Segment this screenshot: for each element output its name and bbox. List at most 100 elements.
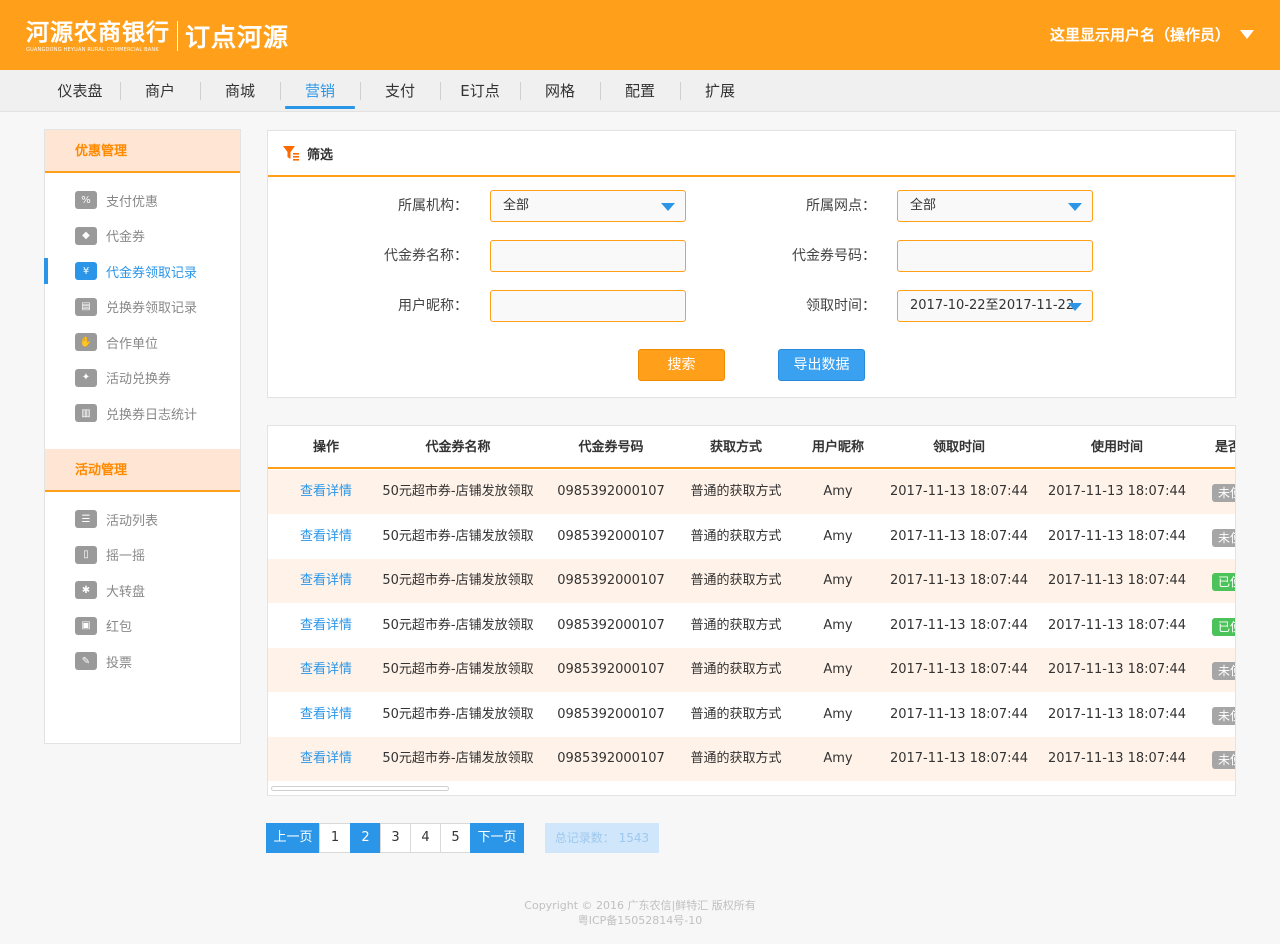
sidebar-item-label: 活动兑换券 <box>106 372 172 387</box>
org-select-value: 全部 <box>503 198 530 213</box>
sidebar-item-label: 代金券领取记录 <box>106 265 198 281</box>
voucher-record-icon: ¥ <box>75 262 97 280</box>
sidebar-item[interactable]: ✦ 活动兑换券 <box>45 363 240 393</box>
dropdown-arrow-icon <box>1068 303 1082 311</box>
table-cell: Amy <box>823 706 853 722</box>
view-details-link[interactable]: 查看详情 <box>286 470 366 514</box>
table-row: 查看详情 50元超市券-店铺发放领取 0985392000107 普通的获取方式 Amy… <box>268 692 1235 737</box>
nav-tab-0[interactable]: 仪表盘 <box>40 70 120 112</box>
table-row: 查看详情 50元超市券-店铺发放领取 0985392000107 普通的获取方式 Amy… <box>268 648 1235 692</box>
coupon-no-label: 代金券号码： <box>792 248 876 264</box>
table-cell: 普通的获取方式 <box>690 484 782 499</box>
bank-logo[interactable]: 河源农商银行 GUANGDONG HEYUAN RURAL COMMERCIAL… <box>26 18 289 54</box>
view-details-link[interactable]: 查看详情 <box>286 693 366 737</box>
activity-coupon-icon: ✦ <box>75 368 97 387</box>
logo-main-text: 河源农商银行 <box>26 19 170 46</box>
org-select[interactable]: 全部 <box>490 190 686 222</box>
total-records: 总记录数： 1543 <box>545 823 659 853</box>
table-cell: 普通的获取方式 <box>690 573 782 588</box>
sidebar-item[interactable]: ▯ 摇一摇 <box>45 540 240 570</box>
sidebar-item[interactable]: % 支付优惠 <box>45 185 240 215</box>
user-menu[interactable]: 这里显示用户名（操作员） <box>1050 24 1254 45</box>
table-cell: Amy <box>823 751 853 766</box>
nav-tab-6[interactable]: 网格 <box>520 70 600 112</box>
next-page-button[interactable]: 下一页 <box>470 823 524 853</box>
status-badge: 未使 <box>1212 706 1235 725</box>
table-cell: Amy <box>823 573 853 588</box>
prev-page-button[interactable]: 上一页 <box>266 823 320 853</box>
table-cell: Amy <box>823 662 853 677</box>
sidebar-item[interactable]: ▣ 红包 <box>45 611 240 641</box>
table-cell: 0985392000107 <box>557 528 665 544</box>
coupon-name-label: 代金券名称： <box>384 248 468 264</box>
table-cell: 普通的获取方式 <box>690 617 782 633</box>
nav-tab-8[interactable]: 扩展 <box>680 70 760 112</box>
view-details-link[interactable]: 查看详情 <box>286 559 366 603</box>
filter-title: 筛选 <box>307 147 334 163</box>
logo-divider <box>177 21 178 51</box>
sidebar-item[interactable]: ☰ 活动列表 <box>45 504 240 534</box>
nav-tab-7[interactable]: 配置 <box>600 70 680 112</box>
table-row: 查看详情 50元超市券-店铺发放领取 0985392000107 普通的获取方式 Amy… <box>268 470 1235 514</box>
sidebar-item[interactable]: ▤ 兑换券领取记录 <box>45 292 240 322</box>
view-details-link[interactable]: 查看详情 <box>286 604 366 648</box>
page-button[interactable]: 4 <box>410 823 441 853</box>
coupon-no-input[interactable] <box>897 240 1093 272</box>
table-cell: 普通的获取方式 <box>690 751 782 766</box>
sidebar-item[interactable]: ▥ 兑换券日志统计 <box>45 398 240 428</box>
sidebar-item[interactable]: ◆ 代金券 <box>45 221 240 251</box>
horizontal-scrollbar[interactable] <box>271 786 449 791</box>
view-details-link[interactable]: 查看详情 <box>286 648 366 692</box>
view-details-link[interactable]: 查看详情 <box>286 737 366 781</box>
nickname-input[interactable] <box>490 290 686 322</box>
status-badge: 未使 <box>1212 662 1235 680</box>
view-details-link[interactable]: 查看详情 <box>286 515 366 559</box>
nav-tab-5[interactable]: E订点 <box>440 70 520 112</box>
nav-tab-1[interactable]: 商户 <box>120 70 200 112</box>
sidebar-group-title: 优惠管理 <box>45 130 240 173</box>
point-select-value: 全部 <box>910 198 937 213</box>
top-header: 河源农商银行 GUANGDONG HEYUAN RURAL COMMERCIAL… <box>0 0 1280 70</box>
page-button[interactable]: 3 <box>380 823 411 853</box>
sidebar-item[interactable]: ✋ 合作单位 <box>45 327 240 357</box>
table-header: 操作 代金券名称 代金券号码 获取方式 用户昵称 领取时间 使用时间 是否 <box>268 426 1235 469</box>
sidebar-item-label: 兑换券日志统计 <box>106 407 198 423</box>
page-button[interactable]: 1 <box>319 823 351 853</box>
table-cell: 50元超市券-店铺发放领取 <box>382 617 534 633</box>
table-cell: 普通的获取方式 <box>690 662 782 677</box>
red-envelope-icon: ▣ <box>75 616 97 635</box>
footer: Copyright © 2016 广东农信|鲜特汇 版权所有 粤ICP备1505… <box>0 898 1280 928</box>
table-cell: 50元超市券-店铺发放领取 <box>382 573 534 588</box>
point-select[interactable]: 全部 <box>897 190 1093 222</box>
table-cell: 2017-11-13 18:07:44 <box>889 617 1029 633</box>
sidebar-item[interactable]: ✱ 大转盘 <box>45 575 240 605</box>
table-cell: Amy <box>823 617 853 633</box>
page-button[interactable]: 2 <box>350 823 381 853</box>
nav-tab-2[interactable]: 商城 <box>200 70 280 112</box>
page-button[interactable]: 5 <box>440 823 471 853</box>
date-range-select[interactable]: 2017-10-22至2017-11-22 <box>897 290 1093 322</box>
sidebar-item-label: 兑换券领取记录 <box>106 301 198 316</box>
records-table: 操作 代金券名称 代金券号码 获取方式 用户昵称 领取时间 使用时间 是否查看详情 50元超市券… <box>267 425 1236 796</box>
table-cell: 2017-11-13 18:07:44 <box>1047 751 1187 766</box>
table-cell: 2017-11-13 18:07:44 <box>889 528 1029 544</box>
filter-panel: 筛选 所属机构： 全部 所属网点： 全部 代金券名称： 代金券号码： 用户昵称：… <box>267 130 1236 398</box>
table-cell: 50元超市券-店铺发放领取 <box>382 484 534 499</box>
table-cell: 0985392000107 <box>557 706 665 722</box>
coupon-name-input[interactable] <box>490 240 686 272</box>
wheel-icon: ✱ <box>75 581 97 599</box>
status-badge: 未使 <box>1212 751 1235 769</box>
sidebar: 优惠管理 % 支付优惠 ◆ 代金券 ¥ 代金券领取记录 ▤ 兑换券领取记录 ✋ 合作单位 ✦ 活动兑换券… <box>44 129 241 744</box>
search-button[interactable]: 搜索 <box>638 349 725 381</box>
sidebar-item-label: 摇一摇 <box>106 549 146 564</box>
shake-phone-icon: ▯ <box>75 545 97 564</box>
sidebar-item[interactable]: ¥ 代金券领取记录 <box>44 256 240 286</box>
dropdown-arrow-icon <box>661 203 675 211</box>
table-cell: 2017-11-13 18:07:44 <box>1047 528 1187 544</box>
sidebar-item[interactable]: ✎ 投票 <box>45 646 240 676</box>
nav-tab-4[interactable]: 支付 <box>360 70 440 112</box>
nav-tab-3[interactable]: 营销 <box>280 70 360 112</box>
table-cell: 50元超市券-店铺发放领取 <box>382 706 534 722</box>
export-button[interactable]: 导出数据 <box>778 349 865 381</box>
total-label: 总记录数： <box>554 831 615 845</box>
